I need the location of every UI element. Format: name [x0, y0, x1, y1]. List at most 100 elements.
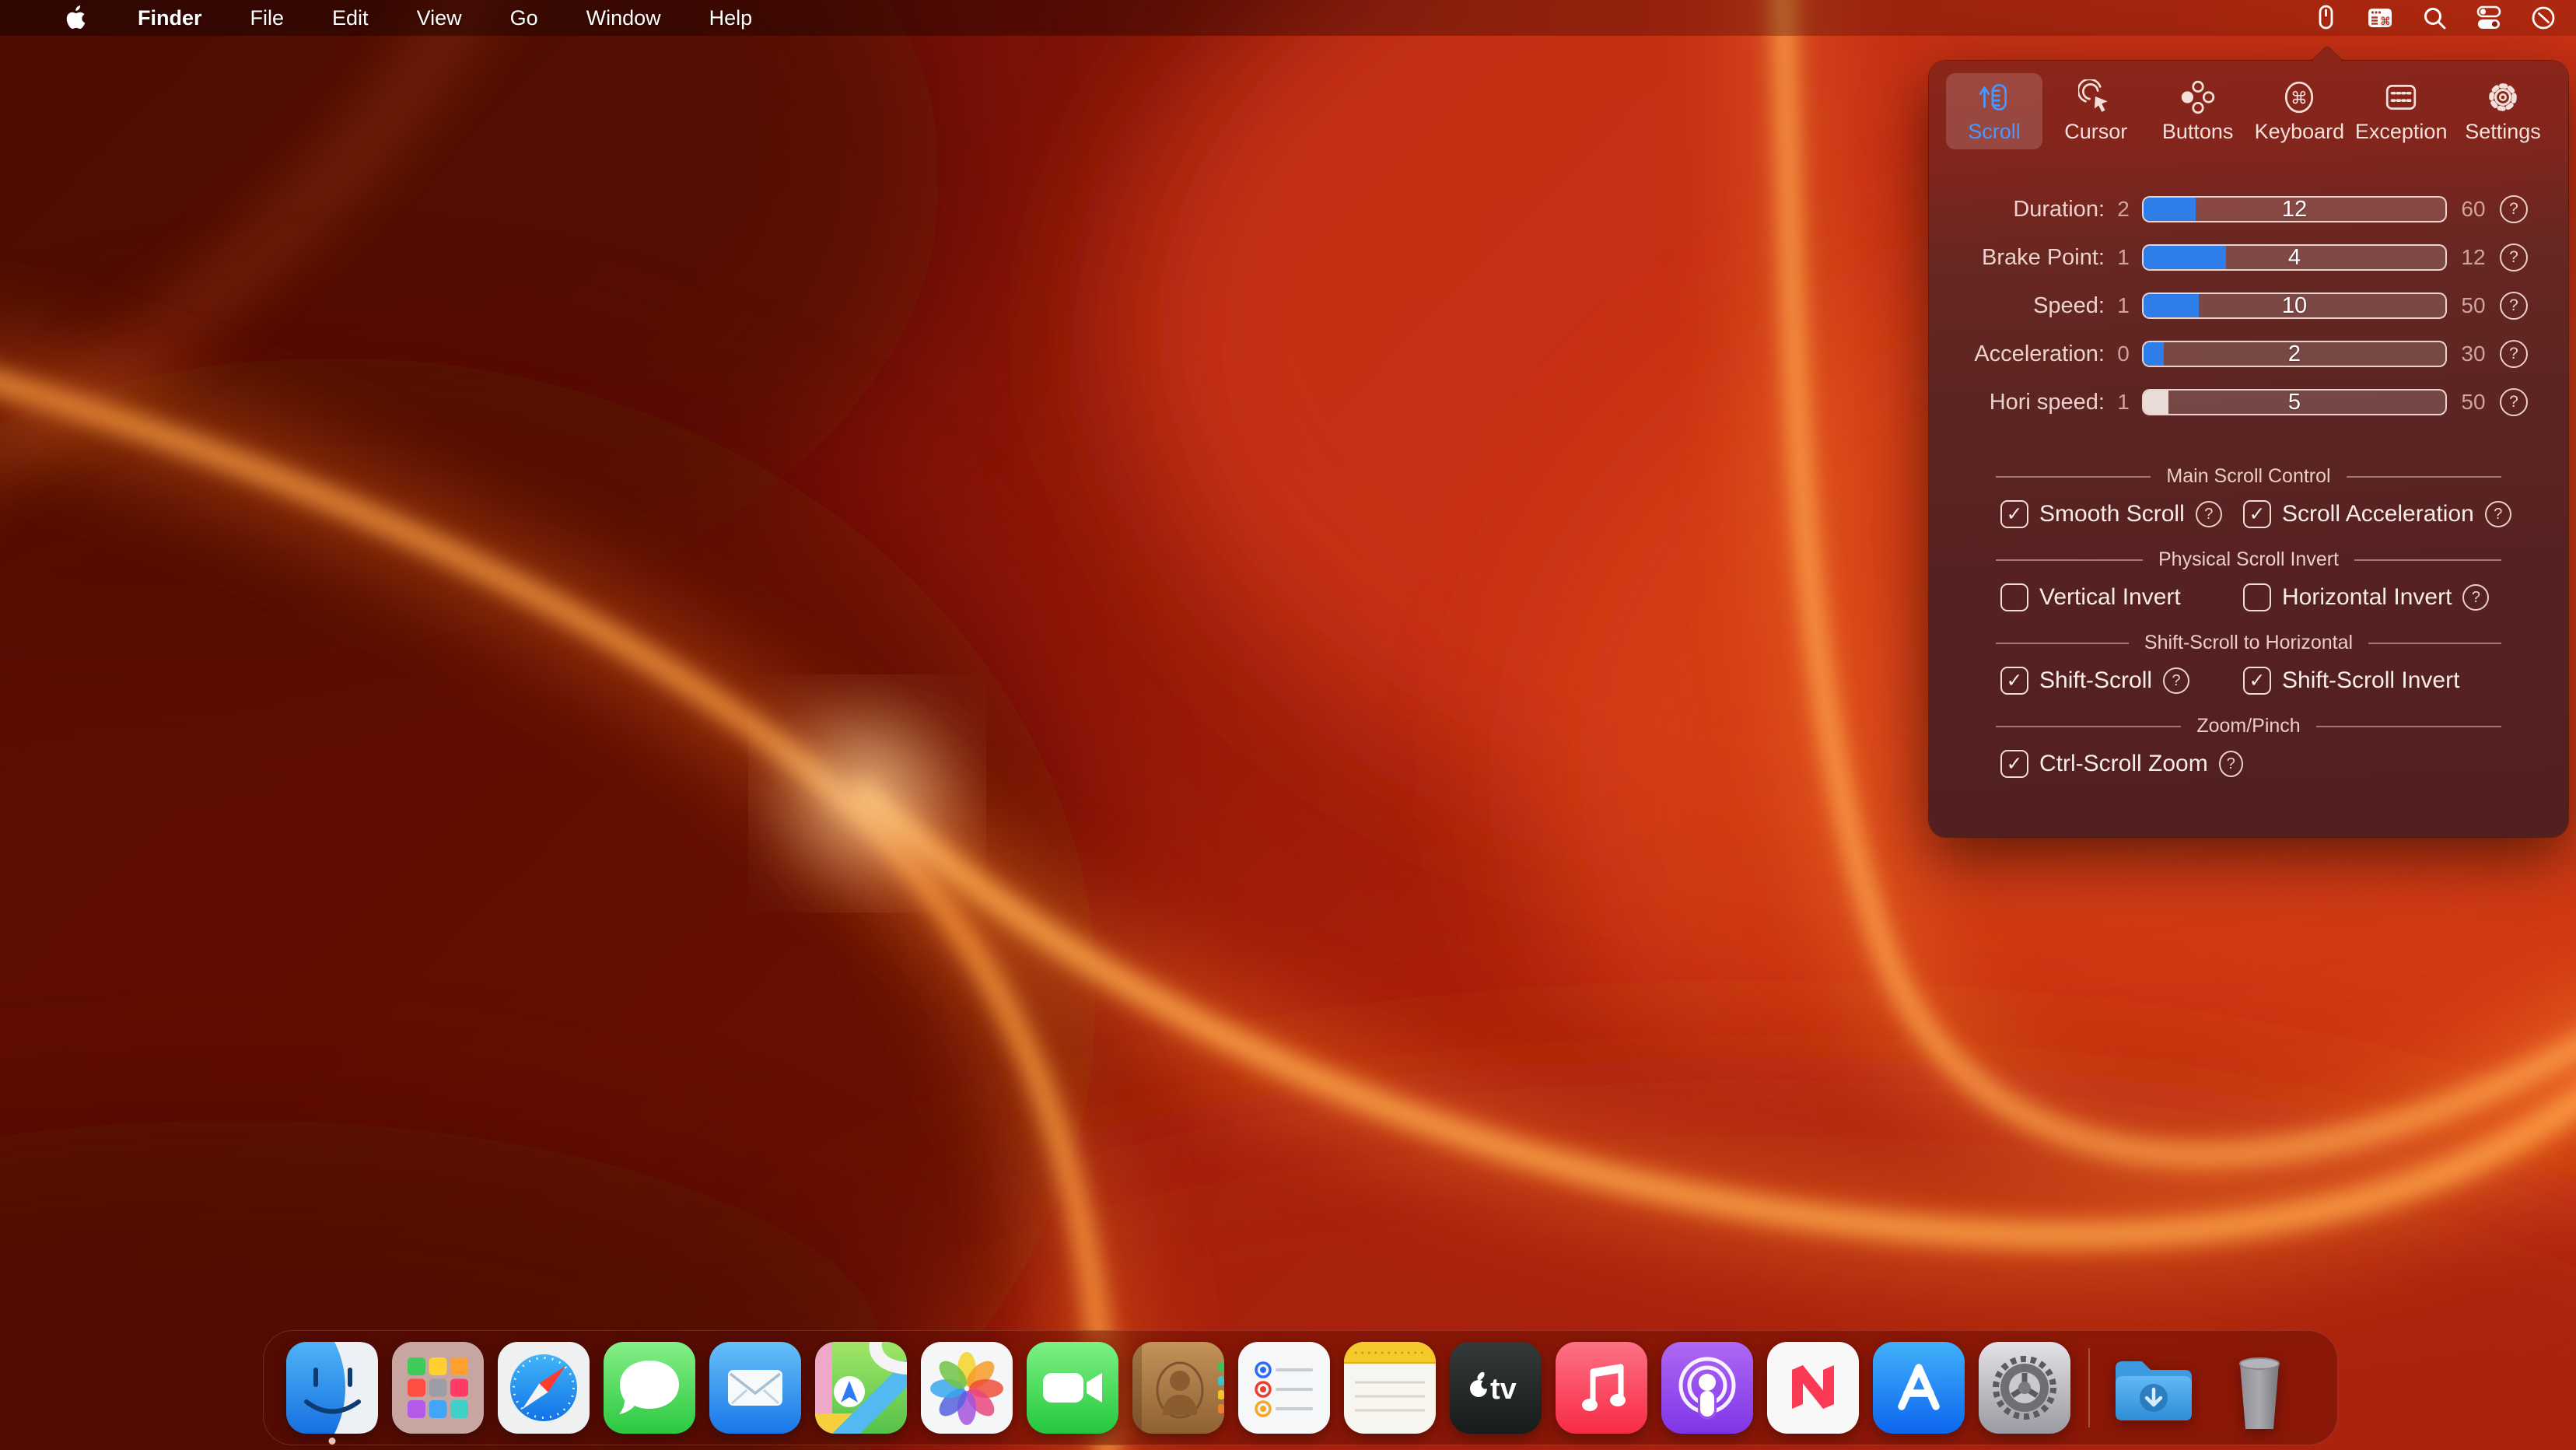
- notes-icon: [1344, 1342, 1436, 1434]
- dock-item-safari[interactable]: [497, 1341, 590, 1434]
- hori-speed-slider[interactable]: 5: [2142, 389, 2447, 415]
- dock-item-photos[interactable]: [920, 1341, 1013, 1434]
- dock-item-music[interactable]: [1555, 1341, 1648, 1434]
- help-icon[interactable]: ?: [2462, 584, 2489, 611]
- news-icon: [1767, 1342, 1859, 1434]
- active-app-name[interactable]: Finder: [138, 6, 202, 30]
- clock-icon[interactable]: [2526, 1, 2560, 35]
- tab-keyboard[interactable]: ⌘ Keyboard: [2251, 73, 2347, 149]
- checkbox-row: ✓ Ctrl-Scroll Zoom ?: [1929, 747, 2568, 781]
- help-icon[interactable]: ?: [2500, 195, 2528, 223]
- menu-item-view[interactable]: View: [417, 6, 462, 30]
- smooth-scroll-checkbox[interactable]: ✓: [2000, 500, 2028, 528]
- slider-value: 5: [2144, 391, 2445, 414]
- downloads-folder-icon: [2108, 1342, 2200, 1434]
- dock-item-mail[interactable]: [709, 1341, 802, 1434]
- help-icon[interactable]: ?: [2163, 667, 2189, 694]
- dock-item-maps[interactable]: [814, 1341, 908, 1434]
- dock: tv: [263, 1330, 2338, 1445]
- mail-icon: [709, 1342, 801, 1434]
- horizontal-invert-checkbox[interactable]: [2243, 583, 2271, 611]
- help-icon[interactable]: ?: [2196, 501, 2222, 527]
- help-icon[interactable]: ?: [2500, 388, 2528, 416]
- tab-label: Exception: [2355, 120, 2448, 144]
- shift-scroll-checkbox[interactable]: ✓: [2000, 667, 2028, 695]
- menu-item-file[interactable]: File: [250, 6, 285, 30]
- reminders-icon: [1238, 1342, 1330, 1434]
- slider-value: 12: [2144, 198, 2445, 221]
- tab-cursor[interactable]: Cursor: [2048, 73, 2144, 149]
- dock-item-launchpad[interactable]: [391, 1341, 485, 1434]
- ctrl-scroll-zoom-checkbox[interactable]: ✓: [2000, 750, 2028, 778]
- dock-item-contacts[interactable]: [1132, 1341, 1225, 1434]
- tab-bar: Scroll Cursor Buttons ⌘ Keyboard Excepti…: [1929, 61, 2568, 149]
- messages-icon: [604, 1342, 695, 1434]
- menu-bar: Finder File Edit View Go Window Help ⌘: [0, 0, 2576, 36]
- photos-icon: [921, 1342, 1013, 1434]
- menu-item-window[interactable]: Window: [586, 6, 661, 30]
- tab-exception[interactable]: Exception: [2353, 73, 2449, 149]
- shift-scroll-invert-checkbox[interactable]: ✓: [2243, 667, 2271, 695]
- control-center-icon[interactable]: [2472, 1, 2506, 35]
- contacts-icon: [1132, 1342, 1224, 1434]
- menu-item-help[interactable]: Help: [709, 6, 753, 30]
- apple-logo-icon: [65, 5, 86, 30]
- slider-row-duration: Duration: 2 12 60 ?: [1929, 185, 2568, 233]
- section-label: Main Scroll Control: [2166, 465, 2330, 488]
- popover-arrow: [2309, 46, 2345, 61]
- dock-item-news[interactable]: [1766, 1341, 1860, 1434]
- tab-settings[interactable]: Settings: [2455, 73, 2551, 149]
- help-icon[interactable]: ?: [2500, 243, 2528, 271]
- spotlight-search-icon[interactable]: [2417, 1, 2452, 35]
- slider-row-hori-speed: Hori speed: 1 5 50 ?: [1929, 378, 2568, 426]
- slider-value: 4: [2144, 246, 2445, 269]
- checkbox-row: ✓ Shift-Scroll ? ✓ Shift-Scroll Invert: [1929, 664, 2568, 698]
- facetime-icon: [1027, 1342, 1118, 1434]
- help-icon[interactable]: ?: [2500, 292, 2528, 320]
- checkbox-label: Shift-Scroll Invert: [2282, 667, 2459, 694]
- music-icon: [1556, 1342, 1647, 1434]
- slider-max: 50: [2452, 390, 2495, 415]
- dock-item-tv[interactable]: tv: [1449, 1341, 1542, 1434]
- dock-item-trash[interactable]: [2213, 1341, 2306, 1434]
- dock-item-system-preferences[interactable]: [1978, 1341, 2071, 1434]
- scroll-acceleration-checkbox[interactable]: ✓: [2243, 500, 2271, 528]
- menu-item-go[interactable]: Go: [510, 6, 538, 30]
- help-icon[interactable]: ?: [2485, 501, 2511, 527]
- dock-item-app-store[interactable]: [1872, 1341, 1965, 1434]
- dock-item-finder[interactable]: [285, 1341, 379, 1434]
- dock-item-messages[interactable]: [603, 1341, 696, 1434]
- command-key-icon: ⌘: [2281, 79, 2317, 115]
- help-icon[interactable]: ?: [2500, 340, 2528, 368]
- launchpad-icon: [392, 1342, 484, 1434]
- checkbox-label: Ctrl-Scroll Zoom: [2039, 751, 2208, 777]
- apple-menu[interactable]: [65, 5, 86, 30]
- dock-item-facetime[interactable]: [1026, 1341, 1119, 1434]
- slider-max: 50: [2452, 293, 2495, 318]
- mouse-status-icon[interactable]: [2308, 1, 2343, 35]
- dock-item-notes[interactable]: [1343, 1341, 1437, 1434]
- slider-min: 1: [2109, 293, 2137, 318]
- menu-item-edit[interactable]: Edit: [332, 6, 369, 30]
- help-icon[interactable]: ?: [2219, 751, 2243, 777]
- maps-icon: [815, 1342, 907, 1434]
- speed-slider[interactable]: 10: [2142, 292, 2447, 319]
- keyboard-viewer-icon[interactable]: ⌘: [2363, 1, 2397, 35]
- trash-icon: [2214, 1342, 2305, 1434]
- checkbox-label: Horizontal Invert: [2282, 584, 2452, 611]
- vertical-invert-checkbox[interactable]: [2000, 583, 2028, 611]
- slider-max: 12: [2452, 245, 2495, 270]
- brake-point-slider[interactable]: 4: [2142, 244, 2447, 271]
- acceleration-slider[interactable]: 2: [2142, 341, 2447, 367]
- dock-item-podcasts[interactable]: [1661, 1341, 1754, 1434]
- section-label: Shift-Scroll to Horizontal: [2144, 632, 2353, 654]
- duration-slider[interactable]: 12: [2142, 196, 2447, 222]
- dock-item-reminders[interactable]: [1237, 1341, 1331, 1434]
- dock-item-downloads[interactable]: [2107, 1341, 2200, 1434]
- system-preferences-icon: [1979, 1342, 2070, 1434]
- tab-buttons[interactable]: Buttons: [2150, 73, 2246, 149]
- tab-label: Settings: [2465, 120, 2541, 144]
- tab-scroll[interactable]: Scroll: [1946, 73, 2042, 149]
- dock-separator: [2088, 1348, 2090, 1427]
- slider-row-acceleration: Acceleration: 0 2 30 ?: [1929, 330, 2568, 378]
